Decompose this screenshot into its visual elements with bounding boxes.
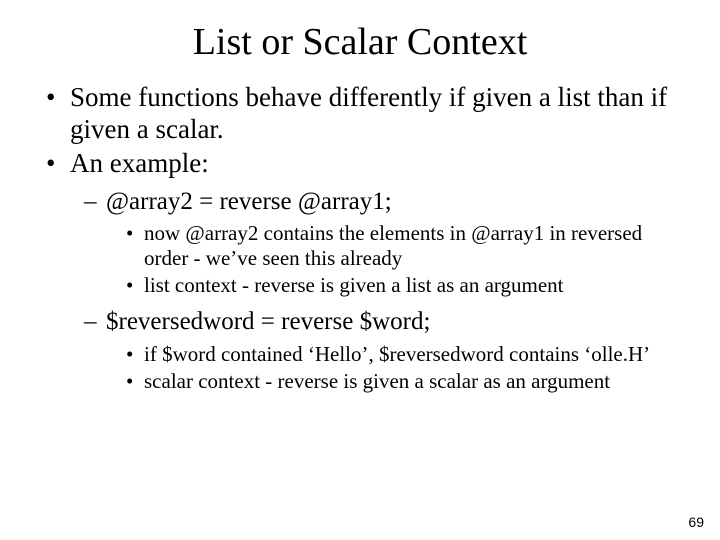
- bullet-example: An example: @array2 = reverse @array1; n…: [44, 148, 680, 394]
- slide: List or Scalar Context Some functions be…: [0, 0, 720, 540]
- bullet-list-level1: Some functions behave differently if giv…: [44, 82, 680, 394]
- bullet-list-level3-a: now @array2 contains the elements in @ar…: [126, 221, 680, 299]
- bullet-example-label: An example:: [70, 148, 209, 178]
- slide-title: List or Scalar Context: [40, 20, 680, 64]
- example-list-context: @array2 = reverse @array1; now @array2 c…: [84, 186, 680, 299]
- bullet-intro: Some functions behave differently if giv…: [44, 82, 680, 146]
- bullet-list-level2: @array2 = reverse @array1; now @array2 c…: [84, 186, 680, 394]
- example-scalar-context: $reversedword = reverse $word; if $word …: [84, 306, 680, 394]
- page-number: 69: [688, 514, 704, 530]
- list-context-detail-2: list context - reverse is given a list a…: [126, 273, 680, 298]
- example-scalar-code: $reversedword = reverse $word;: [106, 308, 430, 335]
- scalar-context-detail-1: if $word contained ‘Hello’, $reversedwor…: [126, 342, 680, 367]
- bullet-list-level3-b: if $word contained ‘Hello’, $reversedwor…: [126, 342, 680, 394]
- example-list-code: @array2 = reverse @array1;: [106, 188, 392, 215]
- list-context-detail-1: now @array2 contains the elements in @ar…: [126, 221, 680, 271]
- scalar-context-detail-2: scalar context - reverse is given a scal…: [126, 369, 680, 394]
